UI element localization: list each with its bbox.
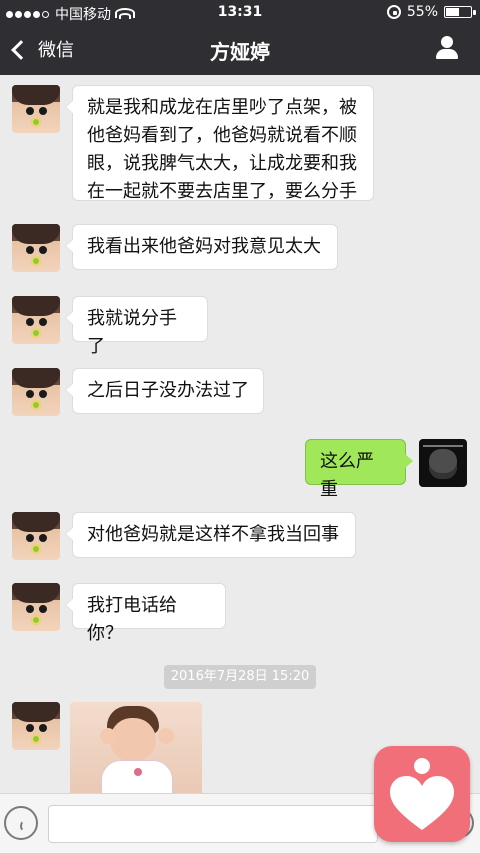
heart-icon xyxy=(390,776,454,830)
message-bubble[interactable]: 我就说分手了 xyxy=(65,296,208,357)
voice-icon[interactable] xyxy=(4,806,38,840)
my-avatar[interactable] xyxy=(419,439,467,487)
message-text: 我打电话给你？ xyxy=(87,595,177,644)
avatar-flower xyxy=(31,615,41,625)
battery-fill xyxy=(446,8,459,16)
battery-percent: 55% xyxy=(406,4,438,20)
message-input[interactable] xyxy=(48,805,378,843)
message-bubble[interactable]: 我打电话给你？ xyxy=(65,583,226,644)
avatar-eye xyxy=(26,107,34,115)
avatar-eye xyxy=(26,246,34,254)
message-text: 之后日子没办法过了 xyxy=(87,380,249,401)
status-bar: 中国移动 13:31 55% xyxy=(0,0,480,24)
avatar-flower xyxy=(31,544,41,554)
avatar-hair xyxy=(12,224,60,244)
user-icon[interactable] xyxy=(434,34,460,62)
image-message[interactable] xyxy=(70,702,202,798)
timestamp-chip: 2016年7月28日 15:20 xyxy=(164,665,316,689)
avatar-face xyxy=(429,449,457,479)
user-icon-body xyxy=(436,49,458,59)
avatar-eye xyxy=(26,534,34,542)
avatar-text-strip xyxy=(423,445,463,447)
contact-avatar[interactable] xyxy=(12,224,60,272)
status-right: 55% xyxy=(386,4,476,20)
avatar-flower xyxy=(31,328,41,338)
user-icon-head xyxy=(441,36,453,48)
message-line: 眼，说我脾气太大，让成龙要和我 xyxy=(87,153,357,174)
avatar-flower xyxy=(31,117,41,127)
message-line: 他爸妈看到了，他爸妈就说看不顺 xyxy=(87,125,357,146)
avatar-eye xyxy=(39,246,47,254)
contact-avatar[interactable] xyxy=(12,702,60,750)
image-child-hand xyxy=(158,728,174,744)
avatar-eye xyxy=(26,318,34,326)
chat-title: 方娅婷 xyxy=(210,40,270,64)
avatar-flower xyxy=(31,400,41,410)
message-bubble[interactable]: 之后日子没办法过了 xyxy=(65,368,264,414)
image-child-hand xyxy=(100,728,116,744)
message-bubble[interactable]: 我看出来他爸妈对我意见太大 xyxy=(65,224,338,270)
contact-avatar[interactable] xyxy=(12,296,60,344)
avatar-eye xyxy=(39,390,47,398)
message-text: 这么严重 xyxy=(320,451,374,500)
contact-avatar[interactable] xyxy=(12,512,60,560)
avatar-eye xyxy=(39,605,47,613)
contact-avatar[interactable] xyxy=(12,85,60,133)
heart-app-icon[interactable] xyxy=(374,746,470,842)
message-text: 对他爸妈就是这样不拿我当回事 xyxy=(87,524,339,545)
orientation-lock-icon xyxy=(386,5,401,19)
message-list: 就是我和成龙在店里吵了点架，被 他爸妈看到了，他爸妈就说看不顺 眼，说我脾气太大… xyxy=(0,75,480,798)
message-line: 就是我和成龙在店里吵了点架，被 xyxy=(87,97,357,118)
battery-icon xyxy=(444,6,476,18)
message-bubble[interactable]: 这么严重 xyxy=(305,439,413,500)
top-bar: 中国移动 13:31 55% 微信 方娅婷 xyxy=(0,0,480,75)
avatar-hair xyxy=(12,583,60,603)
avatar-hair xyxy=(12,702,60,722)
avatar-flower xyxy=(31,734,41,744)
contact-avatar[interactable] xyxy=(12,583,60,631)
message-bubble[interactable]: 就是我和成龙在店里吵了点架，被 他爸妈看到了，他爸妈就说看不顺 眼，说我脾气太大… xyxy=(65,85,374,202)
avatar-hair xyxy=(12,296,60,316)
contact-avatar[interactable] xyxy=(12,368,60,416)
avatar-eye xyxy=(26,724,34,732)
avatar-eye xyxy=(39,318,47,326)
avatar-eye xyxy=(26,605,34,613)
avatar-flower xyxy=(31,256,41,266)
image-shirt-flower xyxy=(134,768,142,776)
image-child-face xyxy=(110,718,156,762)
avatar-eye xyxy=(39,534,47,542)
message-line: 在一起就不要去店里了，要么分手 xyxy=(87,181,357,202)
avatar-eye xyxy=(26,390,34,398)
avatar-eye xyxy=(39,724,47,732)
heart-app-head xyxy=(414,758,430,774)
avatar-hair xyxy=(12,368,60,388)
avatar-hair xyxy=(12,512,60,532)
message-text: 我看出来他爸妈对我意见太大 xyxy=(87,236,321,257)
message-bubble[interactable]: 对他爸妈就是这样不拿我当回事 xyxy=(65,512,356,558)
avatar-hair xyxy=(12,85,60,105)
chat-header: 微信 方娅婷 xyxy=(0,24,480,75)
message-text: 我就说分手了 xyxy=(87,308,177,357)
avatar-eye xyxy=(39,107,47,115)
